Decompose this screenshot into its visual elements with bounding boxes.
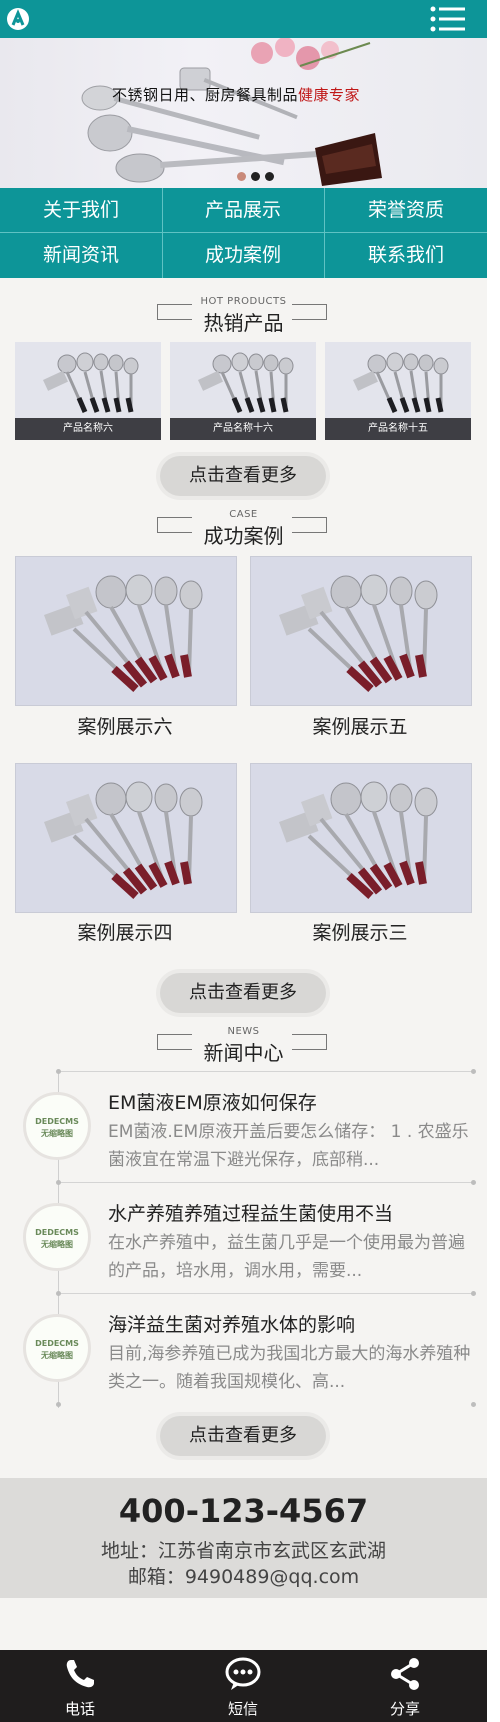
news-summary: EM菌液.EM原液开盖后要怎么储存： 1 . 农盛乐菌液宜在常温下避光保存，底部… <box>108 1122 469 1170</box>
nav-item-honors[interactable]: 荣誉资质 <box>325 188 487 232</box>
thumbnail-text: 无缩略图 <box>41 1129 73 1138</box>
banner-headline-highlight: 健康专家 <box>298 86 361 104</box>
news-summary: 在水产养殖中，益生菌几乎是一个使用最为普遍的产品，培水用，调水用，需要... <box>108 1233 465 1281</box>
news-thumbnail[interactable]: DEDECMS 无缩略图 <box>23 1314 91 1382</box>
slider-dot[interactable] <box>237 172 246 181</box>
section-title-cn: 新闻中心 <box>203 1041 284 1065</box>
nav-divider <box>0 232 487 233</box>
case-image <box>251 557 471 705</box>
product-card[interactable]: 产品名称六 <box>15 342 161 440</box>
product-card[interactable]: 产品名称十五 <box>325 342 471 440</box>
contact-footer: 400-123-4567 地址：江苏省南京市玄武区玄武湖 邮箱：9490489@… <box>0 1478 487 1598</box>
news-divider <box>58 1071 474 1072</box>
nav-divider <box>324 188 325 278</box>
nav-item-news[interactable]: 新闻资讯 <box>0 233 162 277</box>
call-button[interactable]: 电话 <box>30 1650 130 1722</box>
news-title: NEWS 新闻中心 <box>0 1026 487 1066</box>
section-title-cn: 成功案例 <box>203 524 284 548</box>
case-label[interactable]: 案例展示五 <box>250 712 470 739</box>
banner-headline: 不锈钢日用、厨房餐具制品健康专家 <box>112 84 360 105</box>
share-button[interactable]: 分享 <box>355 1650 455 1722</box>
news-divider <box>58 1293 474 1294</box>
case-card[interactable] <box>250 556 472 706</box>
slider-dot[interactable] <box>265 172 274 181</box>
circle-a-logo-icon[interactable] <box>7 8 29 30</box>
thumbnail-text: 无缩略图 <box>41 1240 73 1249</box>
banner-headline-main: 不锈钢日用、厨房餐具制品 <box>112 86 299 104</box>
case-label[interactable]: 案例展示六 <box>15 712 235 739</box>
news-thumbnail[interactable]: DEDECMS 无缩略图 <box>23 1203 91 1271</box>
timeline-dot <box>471 1402 476 1407</box>
section-title-en: HOT PRODUCTS <box>200 296 287 307</box>
share-icon <box>391 1658 419 1690</box>
nav-divider <box>162 188 163 278</box>
timeline-dot <box>471 1069 476 1074</box>
hotline-number[interactable]: 400-123-4567 <box>0 1492 487 1530</box>
sms-label: 短信 <box>227 1700 258 1718</box>
timeline-dot <box>56 1402 61 1407</box>
list-menu-icon[interactable] <box>430 5 466 33</box>
call-label: 电话 <box>64 1700 95 1718</box>
address-text: 地址：江苏省南京市玄武区玄武湖 <box>100 1540 386 1562</box>
thumbnail-text: DEDECMS <box>35 1339 79 1348</box>
top-header <box>0 0 487 38</box>
case-card[interactable] <box>15 556 237 706</box>
cases-more-button[interactable]: 点击查看更多 <box>160 973 326 1013</box>
case-card[interactable] <box>250 763 472 913</box>
timeline-dot <box>56 1069 61 1074</box>
timeline-dot <box>471 1180 476 1185</box>
timeline-dot <box>56 1291 61 1296</box>
banner-slider[interactable]: 不锈钢日用、厨房餐具制品健康专家 <box>0 38 487 188</box>
thumbnail-text: DEDECMS <box>35 1228 79 1237</box>
product-label: 产品名称六 <box>15 418 161 440</box>
case-image <box>16 764 236 912</box>
product-image <box>325 342 471 418</box>
nav-item-about[interactable]: 关于我们 <box>0 188 162 232</box>
case-image <box>251 764 471 912</box>
case-label[interactable]: 案例展示四 <box>15 918 235 945</box>
section-title-cn: 热销产品 <box>203 311 284 335</box>
email-text[interactable]: 邮箱：9490489@qq.com <box>0 1562 487 1589</box>
main-nav-grid: 关于我们 产品展示 荣誉资质 新闻资讯 成功案例 联系我们 <box>0 188 487 278</box>
news-more-button[interactable]: 点击查看更多 <box>160 1416 326 1456</box>
case-card[interactable] <box>15 763 237 913</box>
section-title-en: CASE <box>229 509 258 520</box>
page-scrollbar-track[interactable] <box>487 0 500 1722</box>
section-title-en: NEWS <box>227 1026 260 1037</box>
mobile-page: 不锈钢日用、厨房餐具制品健康专家 关于我们 产品展示 荣誉资质 新闻资讯 成功案… <box>0 0 487 1722</box>
sms-button[interactable]: 短信 <box>193 1650 293 1722</box>
news-title-link[interactable]: 水产养殖养殖过程益生菌使用不当 <box>108 1199 478 1226</box>
product-image <box>15 342 161 418</box>
hot-products-more-button[interactable]: 点击查看更多 <box>160 456 326 496</box>
share-label: 分享 <box>389 1700 420 1718</box>
case-label[interactable]: 案例展示三 <box>250 918 470 945</box>
product-card[interactable]: 产品名称十六 <box>170 342 316 440</box>
news-title-link[interactable]: EM菌液EM原液如何保存 <box>108 1088 478 1115</box>
nav-item-cases[interactable]: 成功案例 <box>162 233 324 277</box>
news-title-link[interactable]: 海洋益生菌对养殖水体的影响 <box>108 1310 478 1337</box>
product-label: 产品名称十六 <box>170 418 316 440</box>
product-label: 产品名称十五 <box>325 418 471 440</box>
timeline-dot <box>471 1291 476 1296</box>
product-image <box>170 342 316 418</box>
hot-products-title: HOT PRODUCTS 热销产品 <box>0 296 487 336</box>
news-divider <box>58 1182 474 1183</box>
slider-dot[interactable] <box>251 172 260 181</box>
news-summary: 目前,海参养殖已成为我国北方最大的海水养殖种类之一。随着我国规模化、高... <box>108 1344 471 1392</box>
phone-icon <box>66 1660 94 1688</box>
slider-dots <box>237 166 279 185</box>
thumbnail-text: 无缩略图 <box>41 1351 73 1360</box>
case-image <box>16 557 236 705</box>
timeline-dot <box>56 1180 61 1185</box>
message-icon <box>225 1657 261 1690</box>
nav-item-contact[interactable]: 联系我们 <box>325 233 487 277</box>
news-thumbnail[interactable]: DEDECMS 无缩略图 <box>23 1092 91 1160</box>
cases-title: CASE 成功案例 <box>0 509 487 549</box>
bottom-action-bar: 电话 短信 分享 <box>0 1650 487 1722</box>
thumbnail-text: DEDECMS <box>35 1117 79 1126</box>
nav-item-products[interactable]: 产品展示 <box>162 188 324 232</box>
